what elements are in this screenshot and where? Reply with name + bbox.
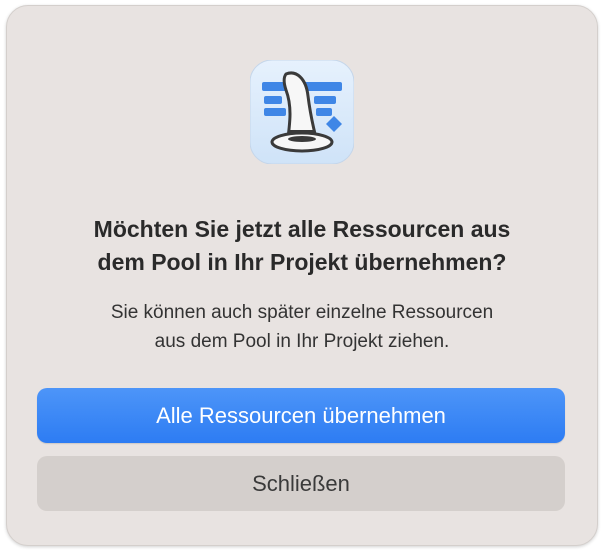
import-all-resources-button[interactable]: Alle Ressourcen übernehmen — [37, 388, 565, 443]
dialog-title: Möchten Sie jetzt alle Ressourcen aus de… — [93, 216, 511, 275]
close-button[interactable]: Schließen — [37, 456, 565, 511]
wizard-hat-app-icon — [250, 60, 354, 164]
alert-dialog: Möchten Sie jetzt alle Ressourcen aus de… — [6, 5, 598, 546]
dialog-message: Sie können auch später einzelne Ressourc… — [110, 302, 494, 352]
